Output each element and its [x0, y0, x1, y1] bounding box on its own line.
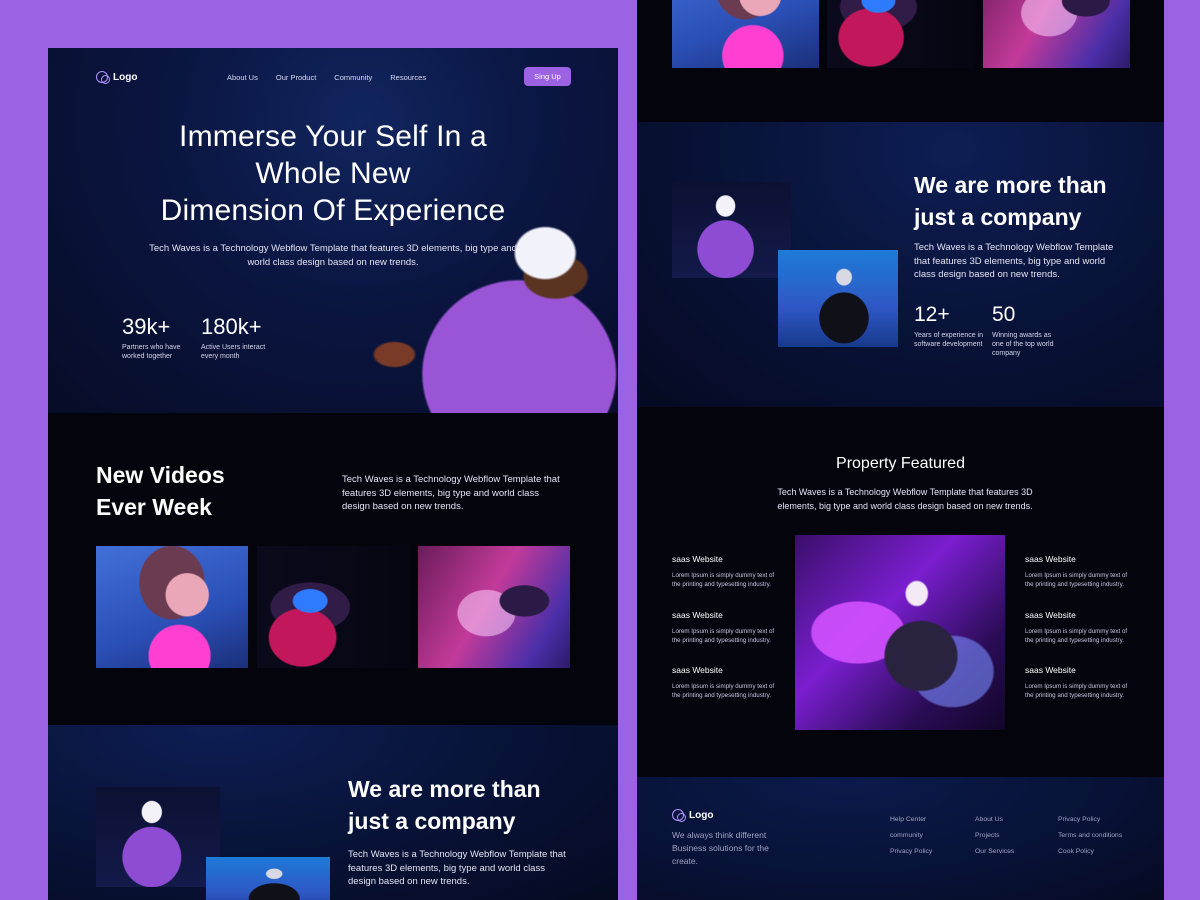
company-image-1: [672, 182, 791, 278]
hero-title: Immerse Your Self In a Whole New Dimensi…: [143, 118, 523, 229]
property-featured-section: Property Featured Tech Waves is a Techno…: [637, 407, 1164, 777]
footer-link-projects[interactable]: Projects: [975, 832, 1014, 839]
company-section: We are more than just a company Tech Wav…: [637, 122, 1164, 407]
company-title: We are more than just a company: [914, 169, 1107, 233]
feature-title: saas Website: [1025, 554, 1076, 564]
feature-item-right-3[interactable]: saas Website Lorem Ipsum is simply dummy…: [1025, 665, 1135, 700]
feature-item-right-1[interactable]: saas Website Lorem Ipsum is simply dummy…: [1025, 554, 1135, 589]
company-text: Tech Waves is a Technology Webflow Templ…: [914, 242, 1114, 280]
video-thumbnail-3[interactable]: [983, 0, 1130, 68]
stat-label: Partners who have worked together: [122, 344, 181, 360]
stat-years-experience: 12+ Years of experience in software deve…: [914, 303, 986, 349]
landing-page-left-preview: Logo About Us Our Product Community Reso…: [48, 48, 618, 900]
hero-subtitle: Tech Waves is a Technology Webflow Templ…: [149, 243, 517, 268]
hero-title-line-2: Whole New: [255, 157, 411, 190]
stat-active-users: 180k+ Active Users interact every month: [201, 314, 277, 361]
stat-value: 50: [992, 303, 1016, 326]
footer-column-1: Help Center community Privacy Policy: [890, 816, 932, 855]
footer-link-cook-policy[interactable]: Cook Policy: [1058, 848, 1122, 855]
videos-gallery-continued: [637, 0, 1164, 122]
hero-title-line-1: Immerse Your Self In a: [179, 120, 487, 153]
feature-title: saas Website: [672, 610, 723, 620]
videos-title-line-1: New Videos: [96, 462, 225, 488]
featured-image: [795, 535, 1005, 730]
videos-title-line-2: Ever Week: [96, 494, 212, 520]
stat-awards: 50 Winning awards as one of the top worl…: [992, 303, 1064, 359]
company-title-line-2: just a company: [914, 204, 1082, 230]
nav-link-our-product[interactable]: Our Product: [276, 73, 316, 82]
feature-title: saas Website: [1025, 610, 1076, 620]
feature-desc: Lorem Ipsum is simply dummy text of the …: [1025, 572, 1128, 589]
footer-logo[interactable]: Logo: [672, 809, 714, 822]
hero-title-line-3: Dimension Of Experience: [160, 194, 506, 227]
video-thumbnail-1[interactable]: [672, 0, 819, 68]
logo-icon: [96, 71, 110, 84]
logo-label: Logo: [113, 71, 138, 83]
feature-title: saas Website: [672, 554, 723, 564]
signup-button[interactable]: Sing Up: [524, 67, 571, 86]
footer-link-help-center[interactable]: Help Center: [890, 816, 932, 823]
featured-title: Property Featured: [836, 455, 965, 472]
company-title-line-1: We are more than: [348, 776, 541, 802]
feature-desc: Lorem Ipsum is simply dummy text of the …: [672, 572, 775, 589]
video-thumbnail-1[interactable]: [96, 546, 248, 668]
feature-desc: Lorem Ipsum is simply dummy text of the …: [1025, 628, 1128, 645]
company-text: Tech Waves is a Technology Webflow Templ…: [348, 849, 566, 887]
nav-logo[interactable]: Logo: [96, 71, 138, 84]
feature-title: saas Website: [1025, 665, 1076, 675]
feature-desc: Lorem Ipsum is simply dummy text of the …: [672, 683, 775, 700]
footer-tagline: We always think different Business solut…: [672, 830, 769, 866]
stat-value: 39k+: [122, 314, 171, 339]
nav-link-community[interactable]: Community: [334, 73, 372, 82]
footer-column-3: Privacy Policy Terms and conditions Cook…: [1058, 816, 1122, 855]
featured-text: Tech Waves is a Technology Webflow Templ…: [777, 487, 1033, 511]
feature-desc: Lorem Ipsum is simply dummy text of the …: [1025, 683, 1128, 700]
stat-partners: 39k+ Partners who have worked together: [122, 314, 198, 361]
hero-section: Logo About Us Our Product Community Reso…: [48, 48, 618, 413]
videos-text: Tech Waves is a Technology Webflow Templ…: [342, 474, 560, 512]
company-image-2: [778, 250, 898, 347]
video-thumbnail-2[interactable]: [827, 0, 974, 68]
company-image-2: [206, 857, 330, 900]
stat-label: Winning awards as one of the top world c…: [992, 332, 1054, 358]
landing-page-right-preview: We are more than just a company Tech Wav…: [637, 0, 1164, 900]
company-title: We are more than just a company: [348, 773, 541, 837]
footer-link-community[interactable]: community: [890, 832, 932, 839]
footer-link-privacy-policy[interactable]: Privacy Policy: [1058, 816, 1122, 823]
stat-label: Active Users interact every month: [201, 344, 266, 360]
footer-logo-label: Logo: [689, 809, 714, 821]
video-thumbnail-3[interactable]: [418, 546, 570, 668]
main-nav: About Us Our Product Community Resources: [227, 73, 426, 82]
new-videos-section: New Videos Ever Week Tech Waves is a Tec…: [48, 413, 618, 725]
video-thumbnail-2[interactable]: [257, 546, 409, 668]
feature-item-right-2[interactable]: saas Website Lorem Ipsum is simply dummy…: [1025, 610, 1135, 645]
logo-icon: [672, 809, 686, 822]
stat-label: Years of experience in software developm…: [914, 332, 984, 349]
company-image-1: [96, 787, 220, 887]
stat-value: 180k+: [201, 314, 262, 339]
company-title-line-2: just a company: [348, 808, 516, 834]
company-section: We are more than just a company Tech Wav…: [48, 725, 618, 900]
feature-item-left-2[interactable]: saas Website Lorem Ipsum is simply dummy…: [672, 610, 782, 645]
nav-link-about-us[interactable]: About Us: [227, 73, 258, 82]
stat-value: 12+: [914, 303, 950, 326]
site-footer: Logo We always think different Business …: [637, 777, 1164, 900]
feature-title: saas Website: [672, 665, 723, 675]
company-title-line-1: We are more than: [914, 172, 1107, 198]
footer-link-terms[interactable]: Terms and conditions: [1058, 832, 1122, 839]
footer-column-2: About Us Projects Our Services: [975, 816, 1014, 855]
videos-title: New Videos Ever Week: [96, 459, 225, 523]
nav-link-resources[interactable]: Resources: [390, 73, 426, 82]
feature-item-left-3[interactable]: saas Website Lorem Ipsum is simply dummy…: [672, 665, 782, 700]
feature-item-left-1[interactable]: saas Website Lorem Ipsum is simply dummy…: [672, 554, 782, 589]
footer-link-privacy-policy[interactable]: Privacy Policy: [890, 848, 932, 855]
footer-link-about-us[interactable]: About Us: [975, 816, 1014, 823]
footer-link-our-services[interactable]: Our Services: [975, 848, 1014, 855]
feature-desc: Lorem Ipsum is simply dummy text of the …: [672, 628, 775, 645]
